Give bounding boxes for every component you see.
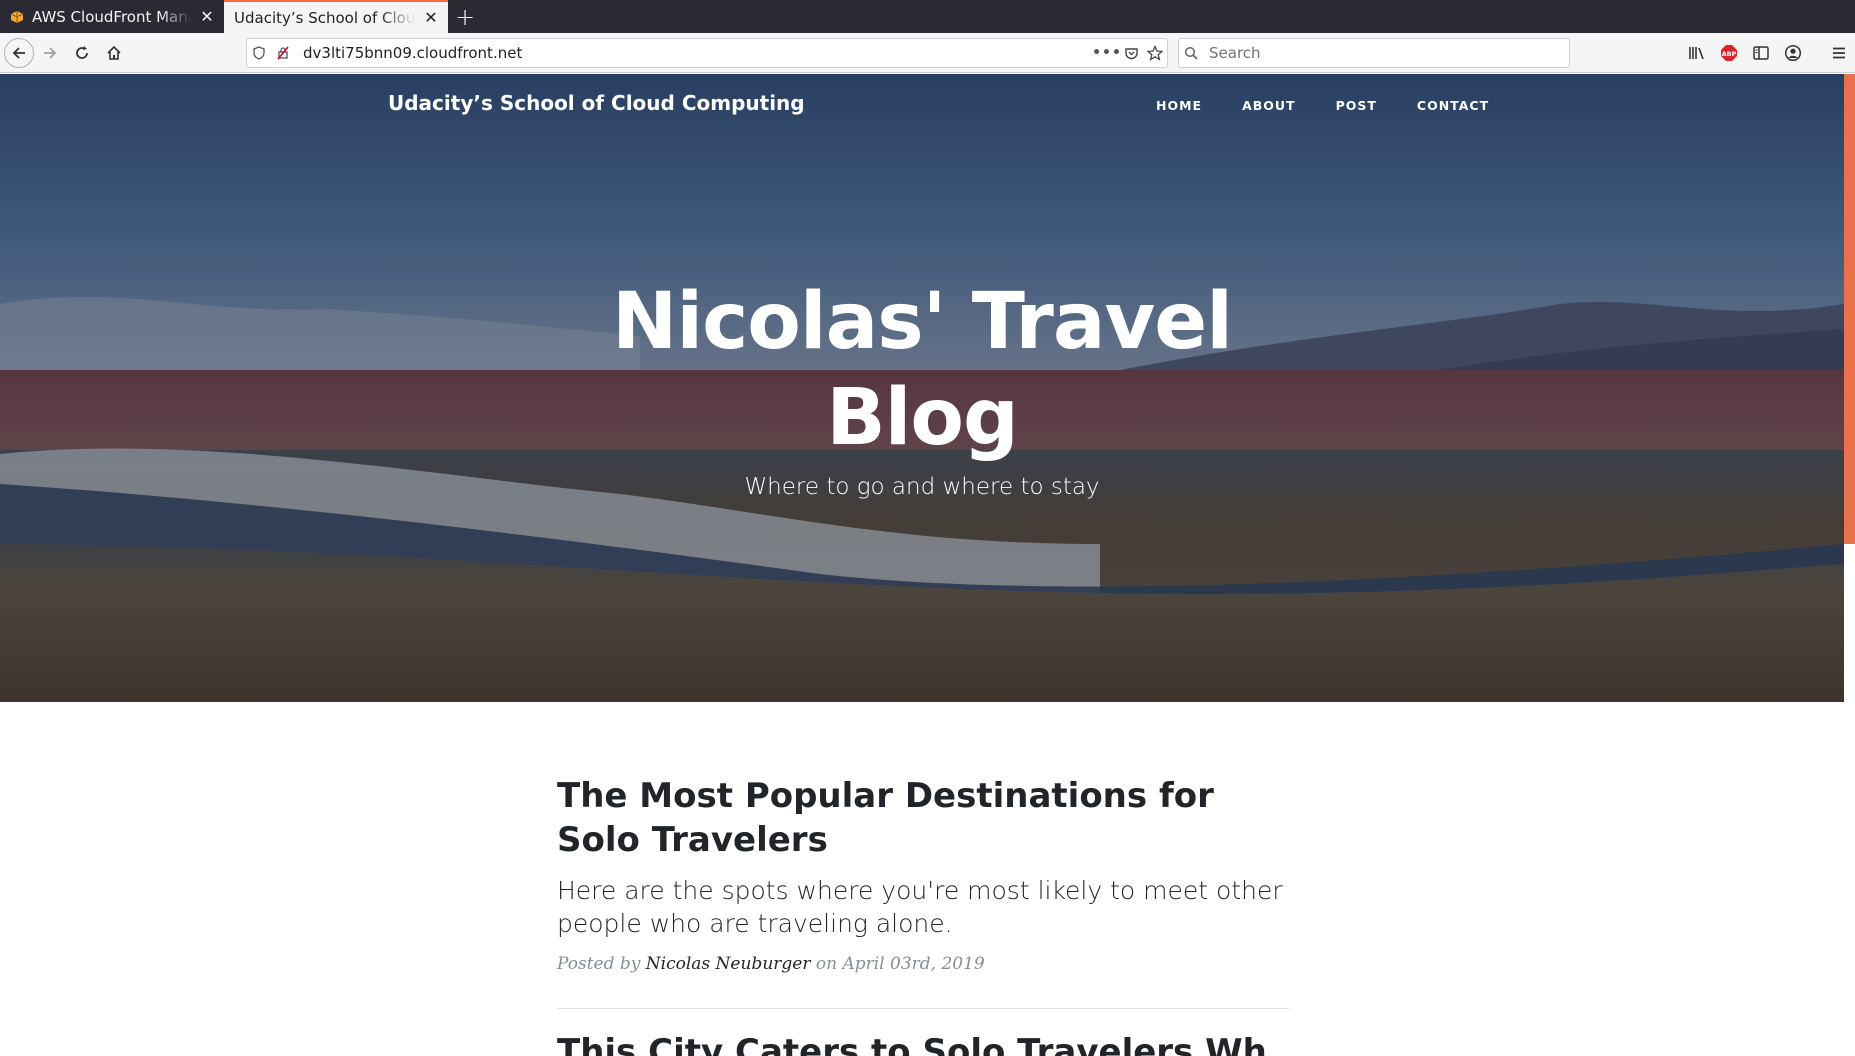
sidebar-toggle-icon[interactable] [1745,37,1777,69]
home-icon [107,45,121,60]
back-button[interactable] [4,37,34,68]
close-tab-icon[interactable]: ✕ [198,7,216,26]
site-heading: Nicolas' Travel Blog Where to go and whe… [0,274,1844,500]
arrow-left-icon [12,46,25,59]
bookmark-star-icon[interactable] [1143,41,1167,65]
arrow-right-icon [44,46,57,59]
pocket-icon[interactable] [1119,41,1143,65]
navigation-toolbar: dv3lti75bnn09.cloudfront.net ••• ABP [0,33,1855,73]
nav-link-contact[interactable]: CONTACT [1397,98,1509,113]
scrollbar-thumb[interactable] [1844,74,1855,544]
search-icon [1179,41,1203,65]
search-bar[interactable] [1178,38,1570,68]
svg-text:ABP: ABP [1722,50,1737,58]
toolbar-right: ABP [1681,37,1855,69]
tab-udacity[interactable]: Udacity’s School of Cloud C ✕ [224,0,448,33]
nav-link-home[interactable]: HOME [1136,98,1222,113]
search-input[interactable] [1209,44,1569,62]
post-title[interactable]: The Most Popular Destinations for Solo T… [557,774,1289,862]
posted-by-label: Posted by [557,954,641,974]
shield-icon[interactable] [247,41,271,65]
address-bar[interactable]: dv3lti75bnn09.cloudfront.net ••• [246,38,1168,68]
tab-aws-cloudfront[interactable]: AWS CloudFront Manag ✕ [0,0,224,33]
adblock-plus-icon[interactable]: ABP [1713,37,1745,69]
post-date: on April 03rd, 2019 [815,954,985,974]
nav-link-post[interactable]: POST [1316,98,1397,113]
url-text[interactable]: dv3lti75bnn09.cloudfront.net [303,44,1095,62]
post-meta: Posted by Nicolas Neuburger on April 03r… [557,954,1289,974]
insecure-lock-icon[interactable] [271,41,295,65]
post-title[interactable]: This City Caters to Solo Travelers Wh [557,1032,1267,1056]
reload-icon [76,45,88,59]
close-tab-icon[interactable]: ✕ [422,8,440,27]
tab-title: Udacity’s School of Cloud C [234,8,416,27]
account-icon[interactable] [1777,37,1809,69]
tab-title: AWS CloudFront Manag [32,7,192,26]
post-preview[interactable]: The Most Popular Destinations for Solo T… [557,774,1289,974]
site-brand-link[interactable]: Udacity’s School of Cloud Computing [388,91,805,115]
aws-box-icon [10,10,24,24]
home-button[interactable] [98,37,130,69]
masthead-hero: Udacity’s School of Cloud Computing HOME… [0,74,1844,702]
library-icon[interactable] [1681,37,1713,69]
hamburger-menu-icon[interactable] [1823,37,1855,69]
site-navbar: Udacity’s School of Cloud Computing HOME… [0,74,1844,144]
new-tab-button[interactable]: + [448,0,482,33]
hero-subtitle: Where to go and where to stay [744,474,1100,500]
post-divider [557,1008,1289,1009]
post-author-link[interactable]: Nicolas Neuburger [646,954,811,974]
nav-link-about[interactable]: ABOUT [1222,98,1316,113]
site-menu: HOME ABOUT POST CONTACT [1136,98,1509,113]
post-subtitle[interactable]: Here are the spots where you're most lik… [557,874,1289,940]
hero-title: Nicolas' Travel Blog [612,277,1233,463]
page-viewport[interactable]: Udacity’s School of Cloud Computing HOME… [0,74,1855,1056]
scrollbar-track[interactable] [1844,74,1855,1056]
forward-button[interactable] [34,37,66,69]
reload-button[interactable] [66,37,98,69]
page-actions-icon[interactable]: ••• [1092,41,1121,65]
tab-bar: AWS CloudFront Manag ✕ Udacity’s School … [0,0,1855,33]
